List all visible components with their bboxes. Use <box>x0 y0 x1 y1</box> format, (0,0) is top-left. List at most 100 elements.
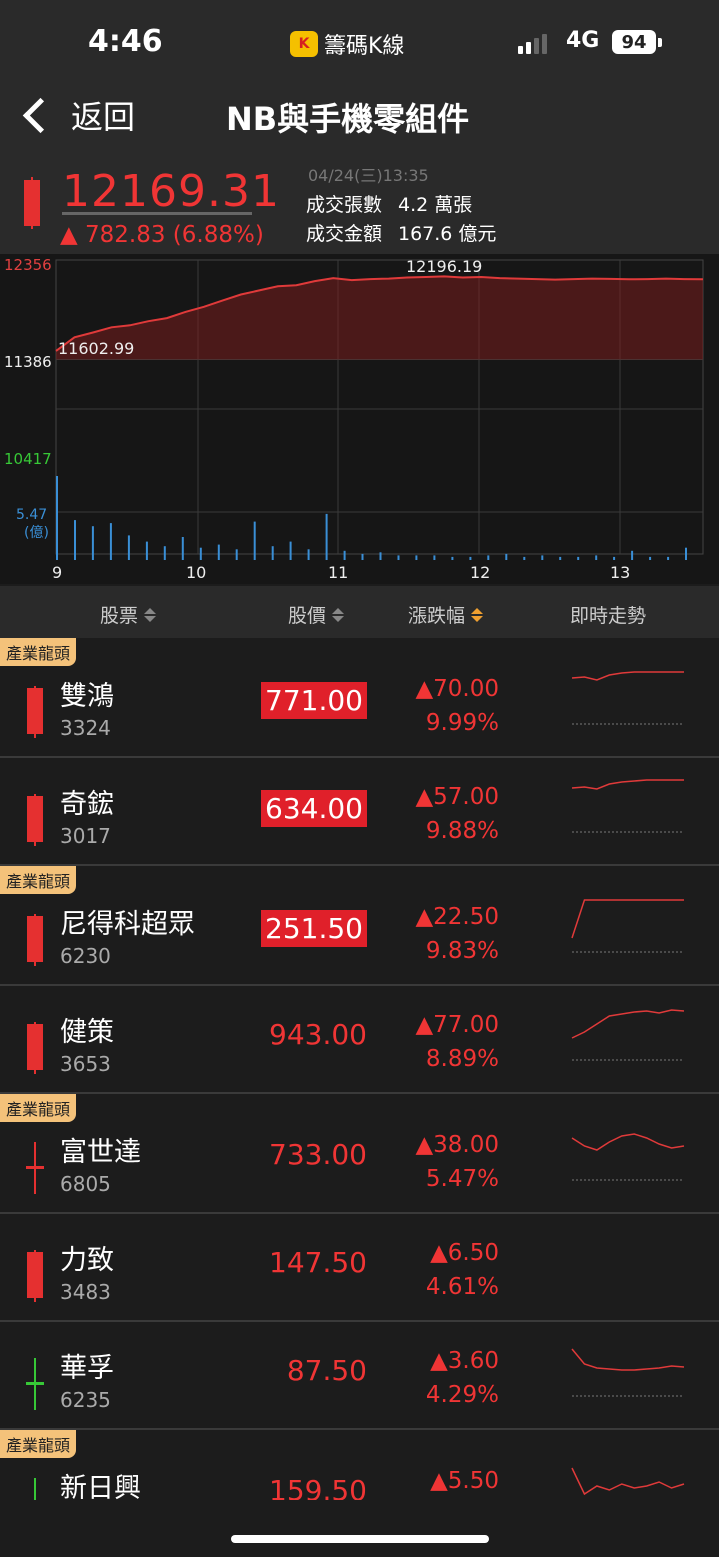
stock-row[interactable]: 產業龍頭 尼得科超眾 6230 251.50 ▲22.50 9.83% <box>0 866 719 986</box>
stock-name: 尼得科超眾 <box>60 909 195 940</box>
chart-svg: 12356 11386 10417 12196.19 11602.99 5.47… <box>4 256 704 582</box>
home-indicator[interactable] <box>231 1535 489 1543</box>
volume-bar <box>163 546 166 560</box>
stock-price: 251.50 <box>261 910 367 947</box>
volume-bar <box>433 555 436 560</box>
intraday-chart[interactable]: 12356 11386 10417 12196.19 11602.99 5.47… <box>0 254 719 584</box>
trend-sparkline <box>570 1232 686 1302</box>
candle-body <box>26 1166 44 1169</box>
volume-bar <box>361 553 364 560</box>
sparkline-path <box>571 671 684 681</box>
volume-bar <box>631 550 634 560</box>
volume-bar <box>109 523 112 560</box>
page-title: NB與手機零組件 <box>226 100 470 138</box>
battery-icon: 94 <box>612 30 656 54</box>
leader-tag: 產業龍頭 <box>0 638 77 666</box>
candle-body <box>27 916 43 962</box>
stock-row[interactable]: 產業龍頭 富世達 6805 733.00 ▲38.00 5.47% <box>0 1094 719 1214</box>
volume-bar <box>505 553 508 560</box>
back-button[interactable]: 返回 <box>20 92 135 138</box>
x-tick: 13 <box>610 563 630 582</box>
change-value: ▲77.00 <box>415 1012 499 1038</box>
volume-bar <box>685 547 687 560</box>
change-value: ▲38.00 <box>415 1132 499 1158</box>
back-label: 返回 <box>71 98 136 136</box>
volume-bar <box>415 555 418 560</box>
trend-sparkline <box>571 1009 685 1061</box>
stock-row[interactable]: 奇鋐 3017 634.00 ▲57.00 9.88% <box>0 758 719 866</box>
volume-bar <box>181 537 184 560</box>
leader-tag: 產業龍頭 <box>0 1430 77 1458</box>
sort-change[interactable]: 漲跌幅 <box>408 601 484 628</box>
stock-code: 6230 <box>60 944 111 968</box>
change-value: ▲5.50 <box>430 1468 499 1494</box>
price-area <box>56 276 703 360</box>
y-tick-low: 10417 <box>4 450 52 468</box>
stock-name: 力致 <box>60 1245 114 1276</box>
candle-body <box>27 1252 43 1298</box>
volume-bar <box>271 546 274 560</box>
change-value: ▲3.60 <box>430 1348 499 1374</box>
app-indicator: K 籌碼K線 <box>290 28 404 60</box>
stock-change: ▲38.00 5.47% <box>415 1128 499 1196</box>
stock-name: 奇鋐 <box>60 789 114 820</box>
quote-datetime: 04/24(三)13:35 <box>308 166 429 185</box>
stock-row[interactable]: 健策 3653 943.00 ▲77.00 8.89% <box>0 986 719 1094</box>
leader-tag: 產業龍頭 <box>0 866 77 894</box>
candle-body <box>26 1382 44 1385</box>
stock-code: 3653 <box>60 1052 111 1076</box>
stock-price: 147.50 <box>269 1246 367 1279</box>
app-name: 籌碼K線 <box>324 34 405 59</box>
index-price: 12169.31 <box>62 166 280 217</box>
stock-name: 健策 <box>60 1017 114 1048</box>
sparkline-path <box>571 1348 685 1371</box>
trend-sparkline <box>571 1348 685 1397</box>
volume-bar <box>541 555 544 560</box>
volume-max-label: 5.47 <box>16 507 47 523</box>
stock-change: ▲77.00 8.89% <box>415 1008 499 1076</box>
volume-bar <box>325 513 328 560</box>
volume-label: 成交張數 <box>306 194 383 216</box>
stock-price: 771.00 <box>261 682 367 719</box>
volume-bar <box>307 549 310 560</box>
sort-active-icon <box>471 607 484 622</box>
status-time: 4:46 <box>88 24 163 59</box>
stock-change: ▲3.60 4.29% <box>426 1344 499 1412</box>
y-tick-ref: 11386 <box>4 353 52 371</box>
change-percent: 4.61% <box>425 1274 499 1300</box>
leader-tag: 產業龍頭 <box>0 1094 77 1122</box>
sparkline-path <box>571 1133 685 1151</box>
trend-sparkline <box>571 899 684 953</box>
sort-icon <box>144 607 157 622</box>
volume-bar <box>523 556 526 560</box>
y-tick-high: 12356 <box>4 256 52 274</box>
volume-bar <box>649 556 652 560</box>
sort-stock[interactable]: 股票 <box>100 601 157 628</box>
volume-bar <box>487 555 490 560</box>
sparkline-path <box>571 1009 685 1039</box>
stock-list: 產業龍頭 雙鴻 3324 771.00 ▲70.00 9.99% 奇鋐 3017 634.00 ▲… <box>0 638 719 1550</box>
volume-bar <box>379 552 382 560</box>
stock-change: ▲6.50 4.61% <box>426 1236 499 1304</box>
high-label: 12196.19 <box>406 257 482 276</box>
sparkline-path <box>571 899 684 939</box>
volume-bar <box>667 556 670 560</box>
change-percent: 9.88% <box>425 818 499 844</box>
header-price: 股價 <box>288 605 327 627</box>
stock-name: 華孚 <box>60 1353 114 1384</box>
sparkline-path <box>571 779 684 790</box>
stock-row[interactable]: 產業龍頭 雙鴻 3324 771.00 ▲70.00 9.99% <box>0 638 719 758</box>
volume-bar <box>289 541 292 560</box>
stock-row[interactable]: 華孚 6235 87.50 ▲3.60 4.29% <box>0 1322 719 1430</box>
x-tick: 11 <box>328 563 348 582</box>
stock-row[interactable]: 力致 3483 147.50 ▲6.50 4.61% <box>0 1214 719 1322</box>
volume-bar <box>235 549 238 560</box>
candle-body <box>27 796 43 842</box>
header-trend: 即時走勢 <box>570 605 647 627</box>
stock-name: 雙鴻 <box>60 681 114 712</box>
index-change: ▲ 782.83 (6.88%) <box>60 222 264 248</box>
chevron-left-icon <box>22 97 59 133</box>
sparkline-path <box>571 1467 685 1496</box>
volume-bar <box>74 520 76 560</box>
sort-price[interactable]: 股價 <box>288 601 345 628</box>
